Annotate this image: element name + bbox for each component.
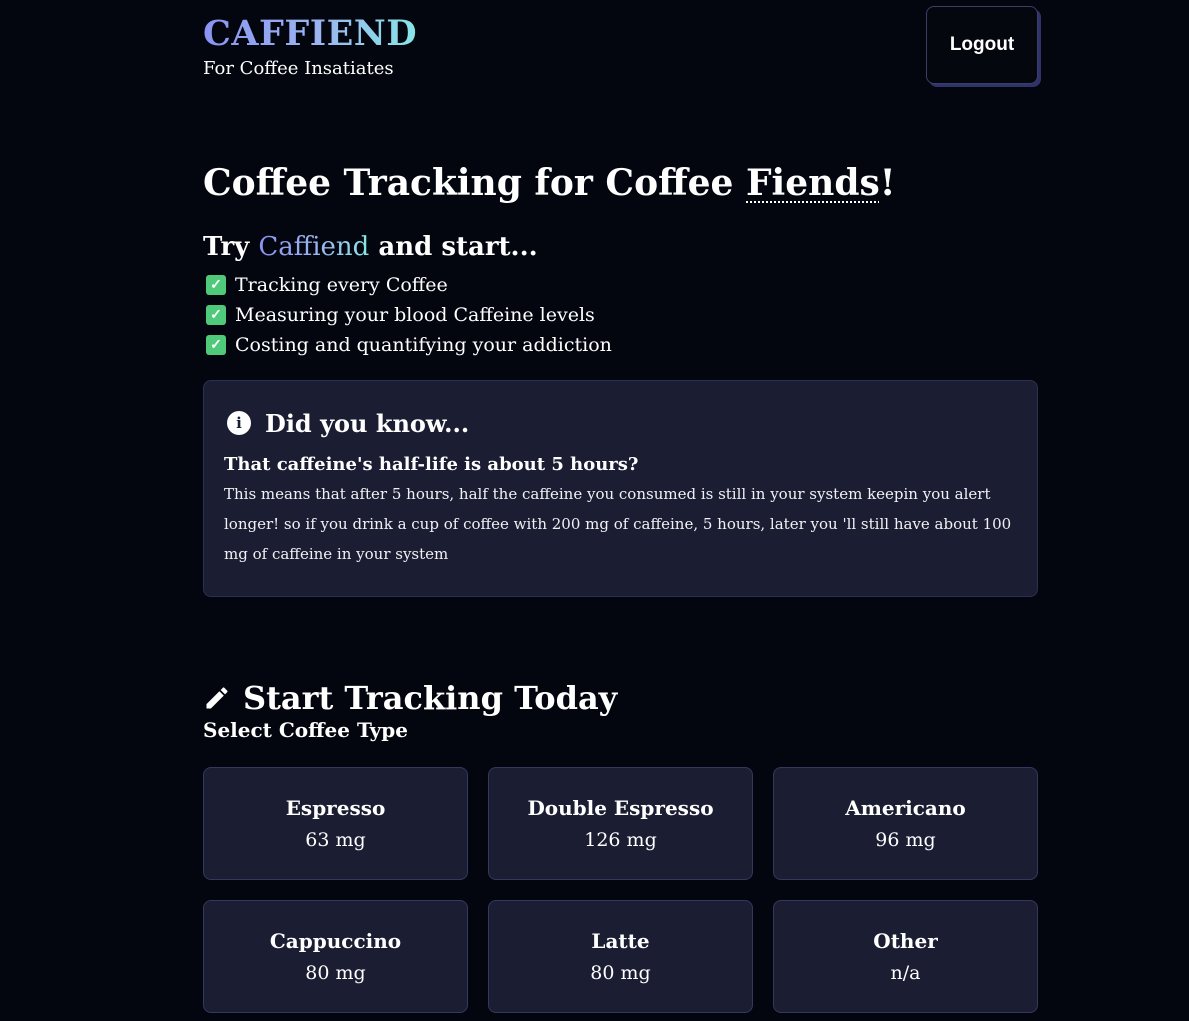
coffee-name: Double Espresso: [527, 795, 714, 820]
feature-list: ✓ Tracking every Coffee ✓ Measuring your…: [203, 270, 612, 360]
coffee-type-grid: Espresso 63 mg Double Espresso 126 mg Am…: [203, 767, 1038, 1013]
feature-item: ✓ Measuring your blood Caffeine levels: [203, 300, 612, 330]
page-title-prefix: Coffee Tracking for Coffee: [203, 162, 746, 204]
page-container: CAFFIEND For Coffee Insatiates Logout Co…: [203, 0, 1038, 1013]
feature-label: Tracking every Coffee: [235, 274, 448, 296]
coffee-option-espresso[interactable]: Espresso 63 mg: [203, 767, 468, 880]
coffee-caffeine: 96 mg: [875, 828, 936, 851]
check-box-icon: ✓: [206, 305, 226, 325]
feature-item: ✓ Costing and quantifying your addiction: [203, 330, 612, 360]
page-title: Coffee Tracking for Coffee Fiends!: [203, 160, 896, 206]
page-title-suffix: !: [879, 162, 896, 204]
check-box-icon: ✓: [206, 335, 226, 355]
feature-label: Costing and quantifying your addiction: [235, 334, 612, 356]
site-header: CAFFIEND For Coffee Insatiates Logout: [203, 0, 1038, 100]
coffee-option-double-espresso[interactable]: Double Espresso 126 mg: [488, 767, 753, 880]
coffee-name: Espresso: [285, 795, 386, 820]
info-circle-icon: i: [227, 411, 251, 435]
coffee-option-cappuccino[interactable]: Cappuccino 80 mg: [203, 900, 468, 1013]
tracking-heading: Start Tracking Today: [203, 677, 617, 719]
coffee-caffeine: 80 mg: [590, 961, 651, 984]
try-prefix: Try: [203, 232, 259, 262]
coffee-name: Other: [873, 928, 938, 953]
fact-question: That caffeine's half-life is about 5 hou…: [224, 454, 639, 475]
coffee-option-other[interactable]: Other n/a: [773, 900, 1038, 1013]
tracking-heading-text: Start Tracking Today: [243, 678, 618, 717]
feature-label: Measuring your blood Caffeine levels: [235, 304, 595, 326]
coffee-option-latte[interactable]: Latte 80 mg: [488, 900, 753, 1013]
coffee-name: Americano: [845, 795, 966, 820]
try-brand: Caffiend: [258, 232, 370, 262]
info-heading-text: Did you know...: [265, 408, 470, 438]
brand-tagline: For Coffee Insatiates: [203, 58, 394, 79]
check-box-icon: ✓: [206, 275, 226, 295]
select-coffee-label: Select Coffee Type: [203, 718, 408, 742]
pencil-icon: [206, 687, 228, 709]
coffee-name: Cappuccino: [269, 928, 402, 953]
brand-logo[interactable]: CAFFIEND: [203, 12, 417, 56]
logout-button[interactable]: Logout: [926, 6, 1038, 84]
page-title-highlight: Fiends: [746, 162, 880, 204]
fact-body: This means that after 5 hours, half the …: [224, 485, 1012, 563]
feature-item: ✓ Tracking every Coffee: [203, 270, 612, 300]
try-suffix: and start...: [369, 232, 538, 262]
did-you-know-card: i Did you know... That caffeine's half-l…: [203, 380, 1038, 597]
coffee-option-americano[interactable]: Americano 96 mg: [773, 767, 1038, 880]
coffee-caffeine: 126 mg: [584, 828, 657, 851]
coffee-caffeine: 80 mg: [305, 961, 366, 984]
coffee-name: Latte: [591, 928, 650, 953]
coffee-caffeine: n/a: [890, 961, 921, 984]
try-heading: Try Caffiend and start...: [203, 230, 538, 264]
info-heading: i Did you know...: [224, 405, 1017, 441]
coffee-caffeine: 63 mg: [305, 828, 366, 851]
